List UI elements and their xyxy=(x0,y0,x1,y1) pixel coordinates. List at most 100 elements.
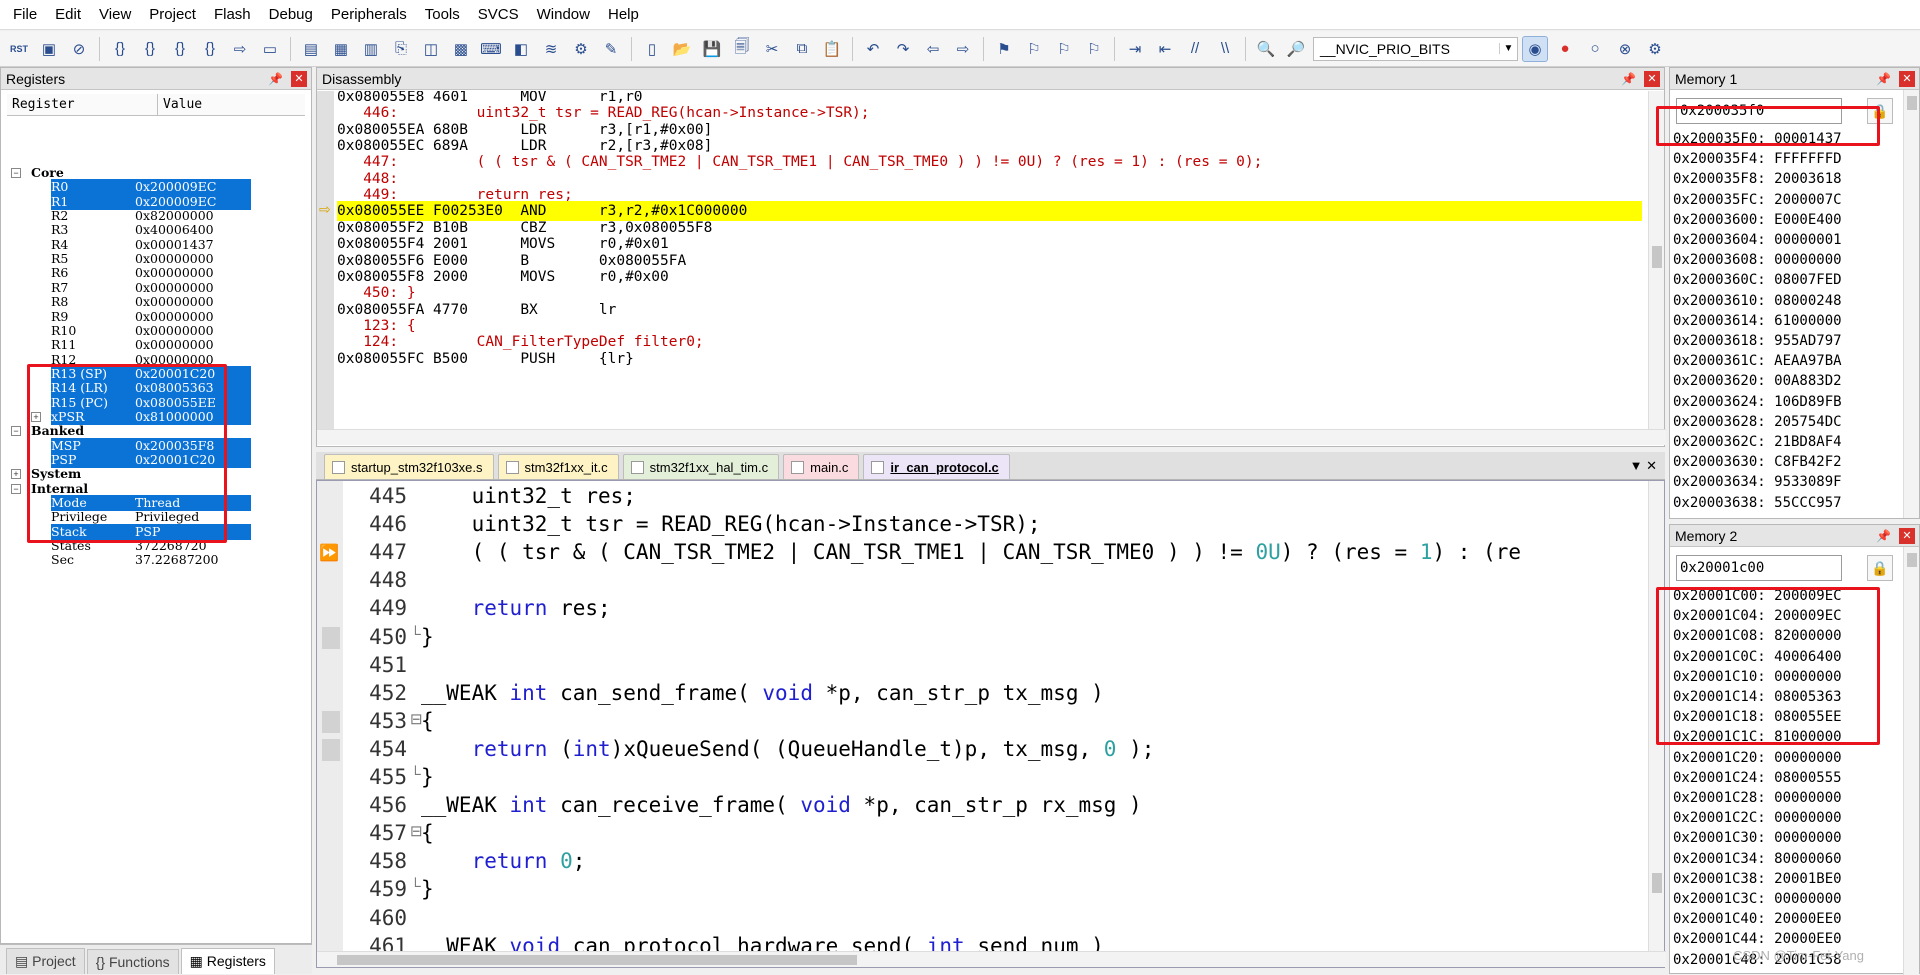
memory-row[interactable]: 0x20001C2C: 00000000 xyxy=(1673,809,1842,827)
memory-row[interactable]: 0x20003620: 00A883D2 xyxy=(1673,372,1842,390)
tree-toggle-icon[interactable]: − xyxy=(11,483,21,494)
tab-functions[interactable]: {} Functions xyxy=(86,949,179,974)
copy-icon[interactable]: ⧉ xyxy=(789,36,815,62)
editor-horizontal-scrollbar[interactable] xyxy=(317,951,1666,967)
symbols-icon[interactable]: ▦ xyxy=(328,36,354,62)
code-line[interactable]: } xyxy=(421,764,434,791)
memory-row[interactable]: 0x20003634: 9533089F xyxy=(1673,473,1842,491)
file-tab[interactable]: startup_stm32f103xe.s xyxy=(324,454,494,479)
file-tab[interactable]: ir_can_protocol.c xyxy=(863,454,1010,479)
code-line[interactable]: { xyxy=(421,708,434,735)
code-line[interactable]: } xyxy=(421,876,434,903)
pin-icon[interactable]: 📌 xyxy=(1876,68,1891,90)
memory-row[interactable]: 0x20001C40: 20000EE0 xyxy=(1673,910,1842,928)
watch-icon[interactable]: ◫ xyxy=(418,36,444,62)
tree-toggle-icon[interactable]: − xyxy=(11,426,21,437)
breakpoint-gutter-marker[interactable] xyxy=(322,710,340,733)
code-line[interactable]: uint32_t res; xyxy=(421,483,636,510)
command-window-icon[interactable]: ▭ xyxy=(257,36,283,62)
code-line[interactable]: } xyxy=(421,624,434,651)
find-icon[interactable]: 🔎 xyxy=(1283,36,1309,62)
memory-row[interactable]: 0x20001C44: 20000EE0 xyxy=(1673,930,1842,948)
disassembly-line[interactable]: 0x080055FC B500 PUSH {lr} xyxy=(337,349,1642,369)
memory-row[interactable]: 0x20001C30: 00000000 xyxy=(1673,829,1842,847)
menu-view[interactable]: View xyxy=(90,0,140,30)
memory1-scrollbar[interactable] xyxy=(1903,90,1919,518)
nav-back-icon[interactable]: ⇦ xyxy=(920,36,946,62)
horizontal-thumb[interactable] xyxy=(337,955,857,965)
step-into-icon[interactable]: {} xyxy=(107,36,133,62)
close-icon[interactable]: ✕ xyxy=(1644,71,1660,87)
registers-icon[interactable]: ▥ xyxy=(358,36,384,62)
bookmark-clear-icon[interactable]: ⚐ xyxy=(1081,36,1107,62)
memory-row[interactable]: 0x20003618: 955AD797 xyxy=(1673,332,1842,350)
tree-toggle-icon[interactable]: + xyxy=(11,469,21,480)
show-next-icon[interactable]: ⇨ xyxy=(227,36,253,62)
memory-row[interactable]: 0x20001C28: 00000000 xyxy=(1673,789,1842,807)
memory-row[interactable]: 0x2000360C: 08007FED xyxy=(1673,271,1842,289)
pin-icon[interactable]: 📌 xyxy=(1621,68,1636,90)
comment-icon[interactable]: // xyxy=(1182,36,1208,62)
cut-icon[interactable]: ✂ xyxy=(759,36,785,62)
memory-row[interactable]: 0x20003610: 08000248 xyxy=(1673,292,1842,310)
memory-row[interactable]: 0x2000362C: 21BD8AF4 xyxy=(1673,433,1842,451)
breakpoint-icon[interactable]: ● xyxy=(1552,36,1578,62)
options-icon[interactable]: ⚙ xyxy=(1642,36,1668,62)
step-over-icon[interactable]: {} xyxy=(137,36,163,62)
find-in-files-icon[interactable]: 🔍 xyxy=(1253,36,1279,62)
source-code[interactable]: 445 uint32_t res; 446 uint32_t tsr = READ… xyxy=(317,481,1647,951)
disassembly-icon[interactable]: ▤ xyxy=(298,36,324,62)
file-tab[interactable]: stm32f1xx_hal_tim.c xyxy=(622,454,780,479)
code-line[interactable]: return (int)xQueueSend( (QueueHandle_t)p… xyxy=(421,736,1155,763)
disassembly-listing[interactable]: 0x080055E8 4601 MOV r1,r0 446: uint32_t … xyxy=(317,91,1664,429)
memory-row[interactable]: 0x20003614: 61000000 xyxy=(1673,312,1842,330)
symbol-combo[interactable]: __NVIC_PRIO_BITS ▼ xyxy=(1313,36,1518,61)
bookmark-prev-icon[interactable]: ⚐ xyxy=(1021,36,1047,62)
memory-row[interactable]: 0x20003600: E000E400 xyxy=(1673,211,1842,229)
system-viewer-icon[interactable]: ⚙ xyxy=(568,36,594,62)
call-stack-icon[interactable]: ⎘ xyxy=(388,36,414,62)
serial-icon[interactable]: ⌨ xyxy=(478,36,504,62)
run-icon[interactable]: ▣ xyxy=(36,36,62,62)
chevron-down-icon[interactable]: ▼ xyxy=(1499,43,1517,54)
nav-forward-icon[interactable]: ⇨ xyxy=(950,36,976,62)
pin-icon[interactable]: 📌 xyxy=(1876,525,1891,547)
trace-icon[interactable]: ≋ xyxy=(538,36,564,62)
unindent-icon[interactable]: ⇤ xyxy=(1152,36,1178,62)
memory1-dump[interactable]: 0x200035F0: 00001437 0x200035F4: FFFFFFFD… xyxy=(1670,130,1904,518)
save-all-icon[interactable]: 🗐 xyxy=(729,36,755,62)
memory-row[interactable]: 0x20001C38: 20001BE0 xyxy=(1673,870,1842,888)
stop-icon[interactable]: ⊘ xyxy=(66,36,92,62)
memory-row[interactable]: 0x2000361C: AEAA97BA xyxy=(1673,352,1842,370)
tree-toggle-icon[interactable]: − xyxy=(11,168,21,178)
indent-icon[interactable]: ⇥ xyxy=(1122,36,1148,62)
close-icon[interactable]: ✕ xyxy=(1899,71,1915,87)
memory-row[interactable]: 0x200035FC: 2000007C xyxy=(1673,191,1842,209)
memory-row[interactable]: 0x20003608: 00000000 xyxy=(1673,251,1842,269)
open-icon[interactable]: 📂 xyxy=(669,36,695,62)
memory-row[interactable]: 0x200035F4: FFFFFFFD xyxy=(1673,150,1842,168)
menu-tools[interactable]: Tools xyxy=(416,0,469,30)
close-icon[interactable]: ✕ xyxy=(1899,528,1915,544)
uncomment-icon[interactable]: \\ xyxy=(1212,36,1238,62)
breakpoint-gutter-marker[interactable] xyxy=(322,626,340,649)
menu-svcs[interactable]: SVCS xyxy=(469,0,528,30)
menu-edit[interactable]: Edit xyxy=(46,0,90,30)
bookmark-icon[interactable]: ⚑ xyxy=(991,36,1017,62)
source-editor[interactable]: 445 uint32_t res; 446 uint32_t tsr = READ… xyxy=(316,480,1666,968)
code-line[interactable]: return res; xyxy=(421,595,611,622)
code-line[interactable]: ( ( tsr & ( CAN_TSR_TME2 | CAN_TSR_TME1 … xyxy=(421,539,1521,566)
run-to-cursor-icon[interactable]: {} xyxy=(197,36,223,62)
memory2-address-input[interactable]: 0x20001c00 xyxy=(1676,555,1842,581)
code-line[interactable]: { xyxy=(421,820,434,847)
file-tab[interactable]: main.c xyxy=(783,454,860,479)
disable-breakpoint-icon[interactable]: ○ xyxy=(1582,36,1608,62)
save-icon[interactable]: 💾 xyxy=(699,36,725,62)
code-line[interactable]: uint32_t tsr = READ_REG(hcan->Instance->… xyxy=(421,511,1041,538)
file-tab[interactable]: stm32f1xx_it.c xyxy=(497,454,619,479)
memory-row[interactable]: 0x20001C3C: 00000000 xyxy=(1673,890,1842,908)
memory-row[interactable]: 0x20003638: 55CCC957 xyxy=(1673,494,1842,512)
bookmark-next-icon[interactable]: ⚐ xyxy=(1051,36,1077,62)
menu-project[interactable]: Project xyxy=(140,0,205,30)
memory-row[interactable]: 0x20003628: 205754DC xyxy=(1673,413,1842,431)
